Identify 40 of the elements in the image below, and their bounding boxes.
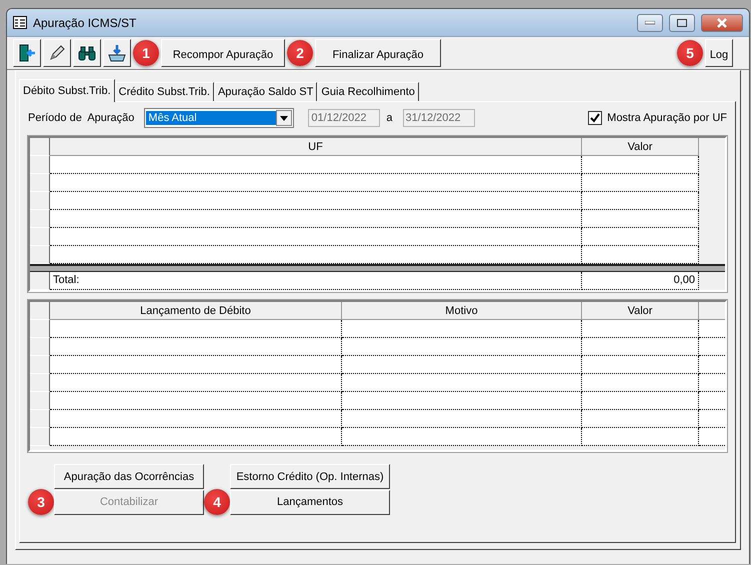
minimize-button[interactable] xyxy=(637,14,663,32)
exit-door-icon xyxy=(17,43,37,63)
total-value: 0,00 xyxy=(582,272,699,290)
column-header: Lançamento de Débito xyxy=(50,302,342,320)
total-label: Total: xyxy=(50,272,582,290)
window-icon xyxy=(13,16,27,29)
date-separator: a xyxy=(386,112,393,124)
toolbar-button[interactable]: Recompor Apuração xyxy=(161,39,285,67)
log-button[interactable]: Log xyxy=(705,39,733,67)
maximize-button[interactable] xyxy=(669,14,695,32)
close-button[interactable] xyxy=(701,14,743,32)
tab[interactable]: Guia Recolhimento xyxy=(317,82,419,101)
pencil-icon xyxy=(47,43,67,63)
column-header: Motivo xyxy=(342,302,582,320)
number-badge: 2 xyxy=(287,40,313,66)
number-badge: 5 xyxy=(677,40,703,66)
action-button[interactable]: Estorno Crédito (Op. Internas) xyxy=(230,464,390,489)
tab[interactable]: Crédito Subst.Trib. xyxy=(114,82,214,101)
number-badge: 4 xyxy=(204,489,230,515)
tab[interactable]: Débito Subst.Trib. xyxy=(19,79,115,102)
close-icon xyxy=(716,18,728,28)
minimize-icon xyxy=(645,20,655,24)
toolbar-button[interactable]: Finalizar Apuração xyxy=(315,39,441,67)
toolbar-button[interactable] xyxy=(13,39,41,67)
window-title: Apuração ICMS/ST xyxy=(33,16,138,30)
action-button[interactable]: Apuração das Ocorrências xyxy=(54,464,204,489)
tab[interactable]: Apuração Saldo ST xyxy=(214,82,318,101)
tray-download-icon xyxy=(107,43,127,63)
column-header: Valor xyxy=(582,138,699,156)
checkbox-label: Mostra Apuração por UF xyxy=(607,112,727,124)
column-header: Valor xyxy=(582,302,699,320)
maximize-icon xyxy=(677,18,687,26)
action-button[interactable]: Lançamentos xyxy=(230,490,390,514)
toolbar-button[interactable] xyxy=(73,39,101,67)
number-badge: 1 xyxy=(133,40,159,66)
toolbar-button[interactable] xyxy=(103,39,131,67)
column-header: UF xyxy=(50,138,582,156)
number-badge: 3 xyxy=(28,489,54,515)
toolbar-button[interactable] xyxy=(43,39,71,67)
period-label: Período de Apuração xyxy=(28,112,134,124)
